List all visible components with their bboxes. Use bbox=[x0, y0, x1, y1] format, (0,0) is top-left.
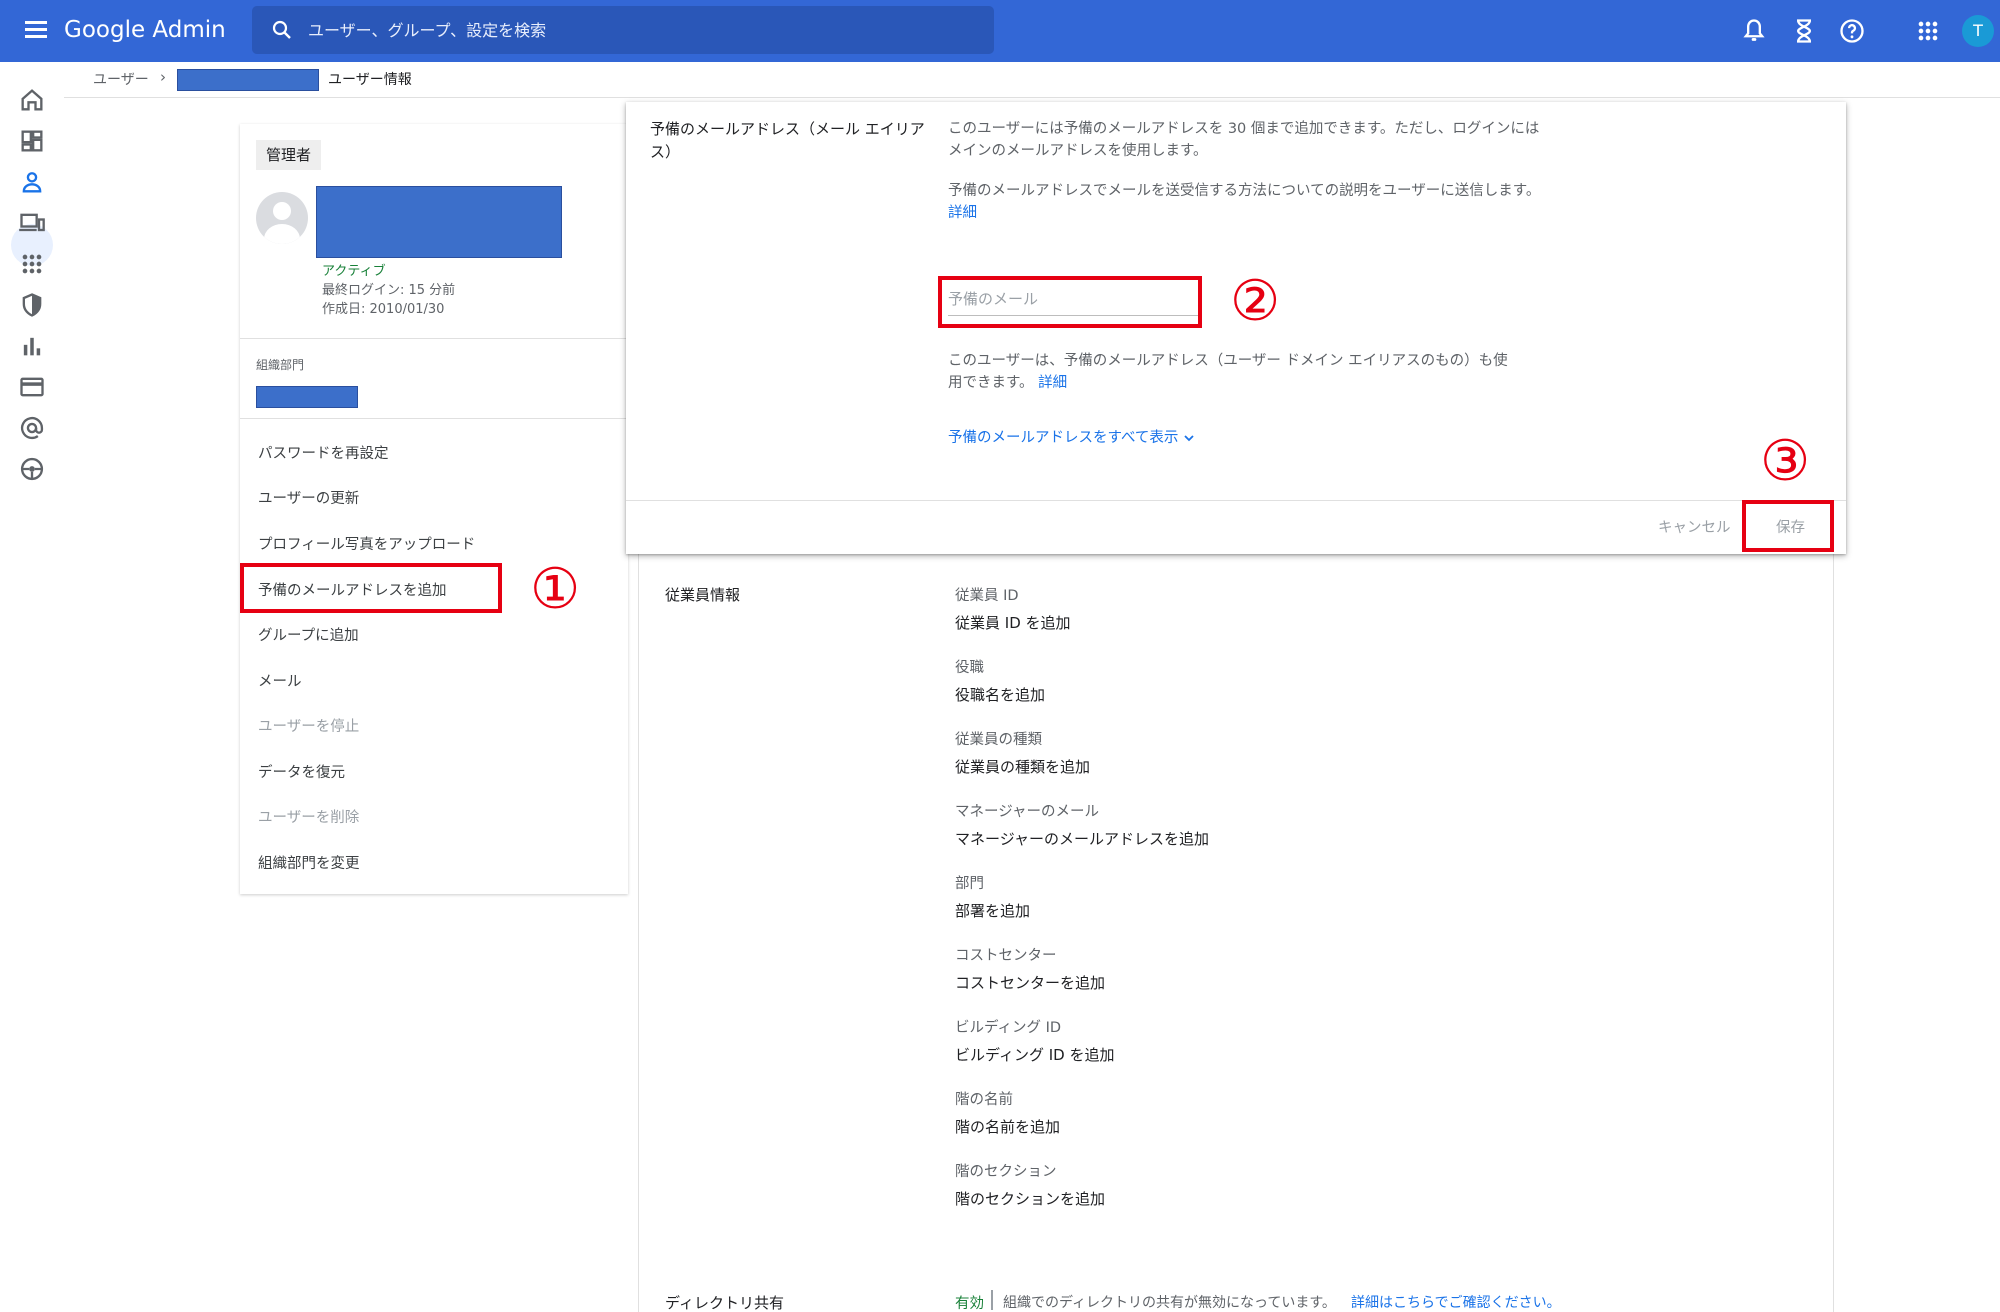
app-title[interactable]: Google Admin bbox=[64, 13, 226, 47]
domain-alias-text: このユーザーは、予備のメールアドレス（ユーザー ドメイン エイリアスのもの）も使… bbox=[948, 350, 1508, 394]
floor-name-value[interactable]: 階の名前を追加 bbox=[955, 1116, 1060, 1137]
action-add-to-group[interactable]: グループに追加 bbox=[258, 624, 359, 645]
show-all-label: 予備のメールアドレスをすべて表示 bbox=[948, 430, 1179, 446]
domain-alias-body: このユーザーは、予備のメールアドレス（ユーザー ドメイン エイリアスのもの）も使… bbox=[948, 353, 1508, 391]
annotation-number-2: ② bbox=[1230, 269, 1281, 334]
reports-icon[interactable] bbox=[18, 332, 46, 360]
hourglass-icon[interactable] bbox=[1790, 17, 1818, 45]
cost-center-value[interactable]: コストセンターを追加 bbox=[955, 972, 1105, 993]
building-id-label: ビルディング ID bbox=[955, 1020, 1062, 1036]
redacted-user-name[interactable] bbox=[177, 69, 319, 91]
learn-more-link[interactable]: 詳細 bbox=[948, 205, 977, 221]
domain-alias-learn-more-link[interactable]: 詳細 bbox=[1038, 375, 1067, 391]
employee-id-label: 従業員 ID bbox=[955, 588, 1019, 604]
status-separator bbox=[991, 1290, 993, 1310]
action-reset-password[interactable]: パスワードを再設定 bbox=[258, 442, 389, 463]
search-input[interactable] bbox=[308, 15, 968, 45]
floor-section-label: 階のセクション bbox=[955, 1164, 1057, 1180]
user-summary-card: 管理者 アクティブ 最終ログイン: 15 分前 作成日: 2010/01/30 … bbox=[240, 124, 628, 894]
breadcrumb-users-link[interactable]: ユーザー bbox=[93, 69, 149, 89]
directory-sharing-text: 組織でのディレクトリの共有が無効になっています。 bbox=[1003, 1295, 1336, 1311]
notifications-icon[interactable] bbox=[1740, 17, 1768, 45]
directory-sharing-status: 有効 bbox=[955, 1296, 984, 1312]
card-divider bbox=[240, 338, 628, 339]
user-last-login: 最終ログイン: 15 分前 bbox=[322, 283, 456, 298]
department-value[interactable]: 部署を追加 bbox=[955, 900, 1030, 921]
action-delete-user: ユーザーを削除 bbox=[258, 810, 360, 826]
employee-type-value[interactable]: 従業員の種類を追加 bbox=[955, 756, 1090, 777]
dashboard-icon[interactable] bbox=[18, 127, 46, 155]
apps-grid-icon[interactable] bbox=[1914, 17, 1942, 45]
help-icon[interactable] bbox=[1838, 17, 1866, 45]
floor-name-label: 階の名前 bbox=[955, 1092, 1013, 1108]
redacted-org-unit bbox=[256, 386, 358, 408]
employee-info-title: 従業員情報 bbox=[665, 586, 741, 604]
alternate-email-title: 予備のメールアドレス（メール エイリアス） bbox=[650, 120, 925, 161]
billing-icon[interactable] bbox=[18, 373, 46, 401]
domains-icon[interactable] bbox=[18, 414, 46, 442]
top-app-bar: Google Admin T bbox=[0, 0, 2000, 62]
directory-sharing-title: ディレクトリ共有 bbox=[665, 1294, 784, 1312]
alternate-email-help-text: 予備のメールアドレスでメールを送受信する方法についての説明をユーザーに送信します… bbox=[948, 180, 1544, 224]
dialog-footer-divider bbox=[626, 500, 1846, 501]
employee-type-label: 従業員の種類 bbox=[955, 732, 1042, 748]
annotation-box-3 bbox=[1742, 500, 1834, 552]
apps-icon[interactable] bbox=[18, 250, 46, 278]
account-avatar[interactable]: T bbox=[1962, 15, 1994, 47]
job-title-value[interactable]: 役職名を追加 bbox=[955, 684, 1045, 705]
directory-learn-more-link[interactable]: 詳細はこちらでご確認ください。 bbox=[1351, 1292, 1561, 1312]
user-avatar bbox=[256, 192, 308, 244]
manager-email-label: マネージャーのメール bbox=[955, 804, 1099, 820]
org-unit-label: 組織部門 bbox=[256, 358, 305, 372]
action-email[interactable]: メール bbox=[258, 670, 302, 691]
annotation-number-1: ① bbox=[530, 557, 581, 622]
main-menu-icon[interactable] bbox=[22, 17, 50, 45]
user-status: アクティブ bbox=[322, 264, 386, 279]
chevron-down-icon bbox=[1184, 435, 1194, 442]
annotation-box-1 bbox=[240, 563, 502, 613]
action-restore-data[interactable]: データを復元 bbox=[258, 761, 345, 782]
breadcrumb-current: ユーザー情報 bbox=[328, 72, 412, 88]
home-icon[interactable] bbox=[18, 86, 46, 114]
redacted-user-details bbox=[316, 186, 562, 258]
action-change-org-unit[interactable]: 組織部門を変更 bbox=[258, 852, 360, 873]
search-bar[interactable] bbox=[252, 6, 994, 54]
alternate-email-limit-text: このユーザーには予備のメールアドレスを 30 個まで追加できます。ただし、ログイ… bbox=[948, 121, 1540, 159]
manager-email-value[interactable]: マネージャーのメールアドレスを追加 bbox=[955, 828, 1209, 849]
admin-role-badge: 管理者 bbox=[256, 140, 322, 170]
users-icon[interactable] bbox=[18, 168, 46, 196]
left-nav-rail bbox=[0, 62, 64, 1312]
annotation-number-3: ③ bbox=[1760, 429, 1811, 494]
security-icon[interactable] bbox=[18, 291, 46, 319]
card-divider bbox=[240, 418, 628, 419]
action-upload-photo[interactable]: プロフィール写真をアップロード bbox=[258, 533, 475, 554]
building-id-value[interactable]: ビルディング ID を追加 bbox=[955, 1044, 1114, 1065]
user-created-date: 作成日: 2010/01/30 bbox=[322, 302, 445, 317]
action-renew-user[interactable]: ユーザーの更新 bbox=[258, 487, 359, 508]
support-icon[interactable] bbox=[18, 455, 46, 483]
help-text-body: 予備のメールアドレスでメールを送受信する方法についての説明をユーザーに送信します… bbox=[948, 183, 1541, 199]
breadcrumb-separator: › bbox=[160, 68, 166, 86]
job-title-label: 役職 bbox=[955, 660, 984, 676]
floor-section-value[interactable]: 階のセクションを追加 bbox=[955, 1188, 1105, 1209]
action-suspend-user: ユーザーを停止 bbox=[258, 719, 360, 735]
employee-id-value[interactable]: 従業員 ID を追加 bbox=[955, 612, 1071, 633]
user-details-card: 従業員情報 従業員 ID 従業員 ID を追加 役職 役職名を追加 従業員の種類… bbox=[638, 516, 1834, 1312]
cancel-button[interactable]: キャンセル bbox=[1658, 516, 1731, 537]
cost-center-label: コストセンター bbox=[955, 948, 1057, 964]
department-label: 部門 bbox=[955, 876, 984, 892]
search-icon bbox=[272, 20, 291, 39]
show-all-alternate-emails-link[interactable]: 予備のメールアドレスをすべて表示 bbox=[948, 426, 1195, 447]
annotation-box-2 bbox=[938, 276, 1202, 328]
breadcrumb: ユーザー › ユーザー情報 bbox=[64, 62, 2000, 98]
devices-icon[interactable] bbox=[18, 209, 46, 237]
